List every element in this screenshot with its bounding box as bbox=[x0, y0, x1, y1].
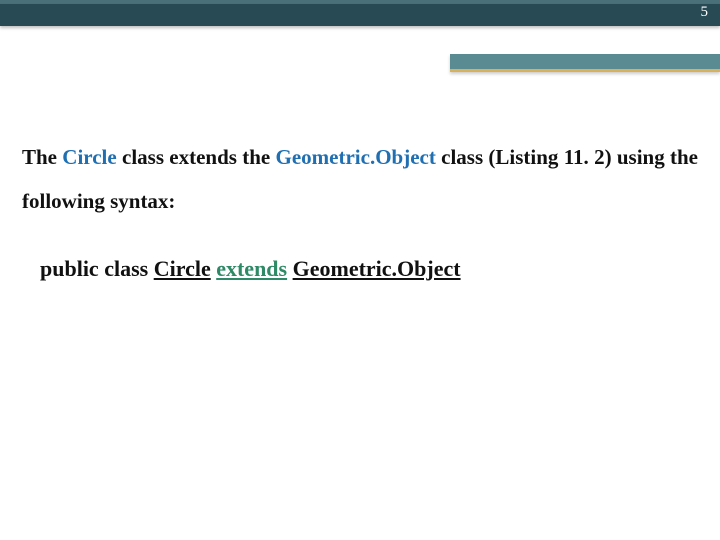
code-text: public class bbox=[40, 256, 154, 281]
circle-class-name: Circle bbox=[62, 145, 116, 169]
slide-header: 5 bbox=[0, 0, 720, 26]
text: class extends the bbox=[117, 145, 276, 169]
accent-block bbox=[450, 54, 720, 72]
geometricobject-class-name: Geometric.Object bbox=[276, 145, 436, 169]
text: The bbox=[22, 145, 62, 169]
page-number: 5 bbox=[701, 4, 709, 21]
slide-content: The Circle class extends the Geometric.O… bbox=[22, 135, 698, 286]
code-extends-keyword: extends bbox=[216, 256, 287, 281]
header-bar-thick: 5 bbox=[0, 4, 720, 26]
code-geometricobject: Geometric.Object bbox=[293, 256, 461, 281]
code-line: public class Circle extends Geometric.Ob… bbox=[40, 251, 698, 286]
code-circle: Circle bbox=[154, 256, 211, 281]
paragraph-1: The Circle class extends the Geometric.O… bbox=[22, 135, 698, 223]
